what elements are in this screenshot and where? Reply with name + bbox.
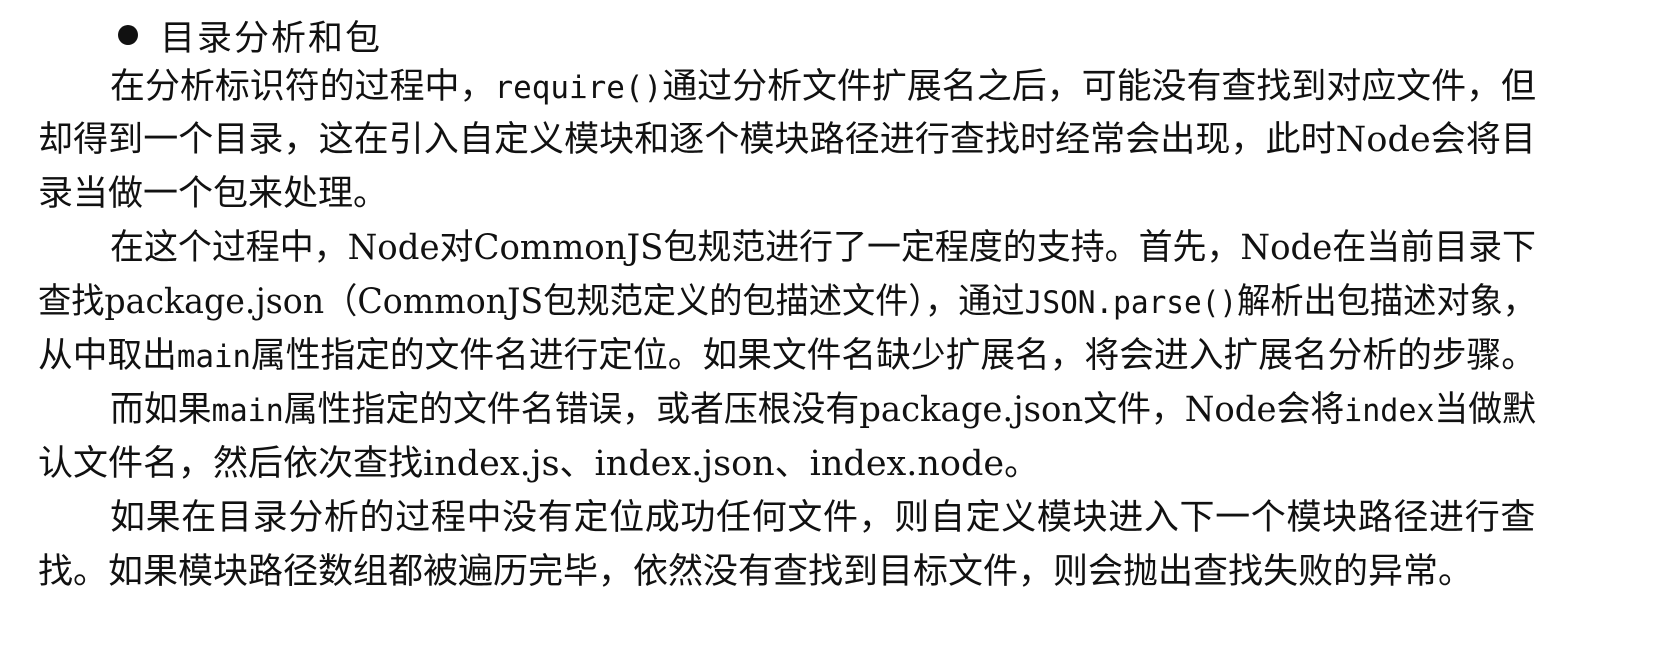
- text-line-content: 找。如果模块路径数组都被遍历完毕，依然没有查找到目标文件，则会抛出查找失败的异常…: [38, 546, 1473, 598]
- text-span: 查找package.json（CommonJS包规范定义的包描述文件），通过: [38, 282, 1025, 322]
- text-line-content: 却得到一个目录，这在引入自定义模块和逐个模块路径进行查找时经常会出现，此时Nod…: [38, 114, 1536, 166]
- bullet-icon: [118, 25, 138, 45]
- text-line: 而如果main属性指定的文件名错误，或者压根没有package.json文件，N…: [110, 384, 1584, 436]
- text-span: 在分析标识符的过程中，: [110, 67, 495, 107]
- text-line: 认文件名，然后依次查找index.js、index.json、index.nod…: [38, 438, 1039, 490]
- text-line: 在这个过程中，Node对CommonJS包规范进行了一定程度的支持。首先，Nod…: [110, 222, 1580, 274]
- code-span: main: [176, 339, 252, 375]
- text-span: 从中取出: [38, 336, 177, 376]
- text-line-content: 从中取出main属性指定的文件名进行定位。如果文件名缺少扩展名，将会进入扩展名分…: [38, 330, 1536, 383]
- text-span: 当做默: [1434, 390, 1536, 430]
- document-page: 目录分析和包 在分析标识符的过程中，require()通过分析文件扩展名之后，可…: [0, 0, 1668, 668]
- text-span: 找。如果模块路径数组都被遍历完毕，依然没有查找到目标文件，则会抛出查找失败的异常…: [38, 552, 1474, 592]
- text-span: 而如果: [110, 390, 212, 430]
- text-span: 属性指定的文件名进行定位。如果文件名缺少扩展名，将会进入扩展名分析的步骤。: [251, 336, 1536, 376]
- section-title: 目录分析和包: [160, 18, 383, 59]
- text-line: 在分析标识符的过程中，require()通过分析文件扩展名之后，可能没有查找到对…: [110, 61, 1538, 113]
- text-span: 却得到一个目录，这在引入自定义模块和逐个模块路径进行查找时经常会出现，此时Nod…: [38, 120, 1536, 160]
- text-line: 却得到一个目录，这在引入自定义模块和逐个模块路径进行查找时经常会出现，此时Nod…: [38, 114, 1536, 166]
- text-line-content: 在这个过程中，Node对CommonJS包规范进行了一定程度的支持。首先，Nod…: [110, 222, 1536, 274]
- text-span: 在这个过程中，Node对CommonJS包规范进行了一定程度的支持。首先，Nod…: [110, 228, 1536, 268]
- text-line-content: 录当做一个包来处理。: [38, 168, 388, 220]
- code-span: main: [211, 393, 284, 429]
- text-span: 认文件名，然后依次查找index.js、index.json、index.nod…: [38, 444, 1040, 484]
- text-line: 查找package.json（CommonJS包规范定义的包描述文件），通过JS…: [38, 276, 1617, 328]
- text-line: 从中取出main属性指定的文件名进行定位。如果文件名缺少扩展名，将会进入扩展名分…: [38, 330, 1548, 382]
- text-line-content: 在分析标识符的过程中，require()通过分析文件扩展名之后，可能没有查找到对…: [110, 61, 1536, 114]
- text-line: 找。如果模块路径数组都被遍历完毕，依然没有查找到目标文件，则会抛出查找失败的异常…: [38, 546, 1473, 598]
- code-span: index: [1344, 393, 1435, 429]
- text-line: 录当做一个包来处理。: [38, 168, 388, 220]
- text-span: 解析出包描述对象，: [1237, 282, 1536, 322]
- text-line-content: 认文件名，然后依次查找index.js、index.json、index.nod…: [38, 438, 1039, 490]
- text-span: 录当做一个包来处理。: [38, 174, 389, 214]
- text-line-content: 如果在目录分析的过程中没有定位成功任何文件，则自定义模块进入下一个模块路径进行查: [110, 492, 1536, 544]
- code-span: require(): [494, 70, 663, 106]
- text-line: 如果在目录分析的过程中没有定位成功任何文件，则自定义模块进入下一个模块路径进行查: [110, 492, 1536, 544]
- text-span: 属性指定的文件名错误，或者压根没有package.json文件，Node会将: [283, 390, 1345, 430]
- text-line-content: 查找package.json（CommonJS包规范定义的包描述文件），通过JS…: [38, 276, 1536, 329]
- text-span: 通过分析文件扩展名之后，可能没有查找到对应文件，但: [662, 67, 1536, 107]
- text-span: 如果在目录分析的过程中没有定位成功任何文件，则自定义模块进入下一个模块路径进行查: [110, 498, 1536, 538]
- text-line-content: 而如果main属性指定的文件名错误，或者压根没有package.json文件，N…: [110, 384, 1536, 437]
- code-span: JSON.parse(): [1024, 285, 1238, 321]
- section-heading: 目录分析和包: [118, 10, 382, 60]
